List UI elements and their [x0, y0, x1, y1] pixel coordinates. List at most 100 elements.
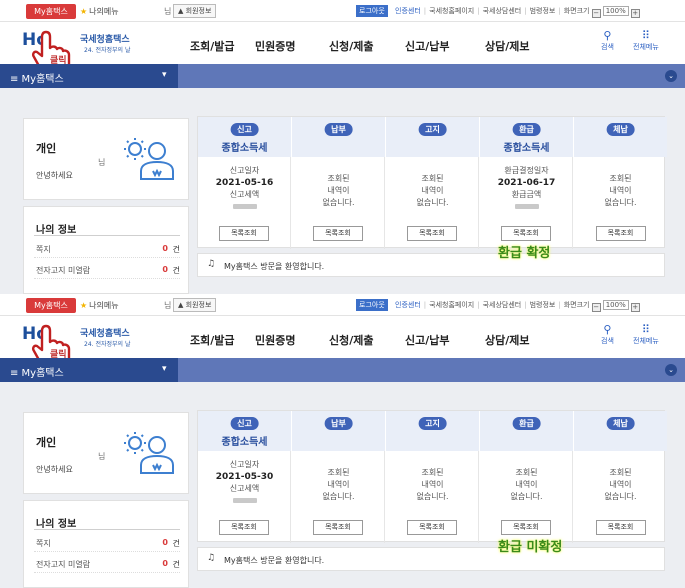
list-view-button[interactable]: 목록조회 — [407, 520, 457, 535]
column-text: 환급결정일자 — [504, 166, 549, 175]
column-text: 신고일자 — [229, 166, 260, 175]
column-text: 내역이 — [421, 186, 444, 195]
person-icon: ▲ — [178, 7, 184, 15]
search-label: 검색 — [601, 43, 614, 51]
chevron-down-icon[interactable]: ⌄ — [665, 70, 677, 82]
info-row[interactable]: 전자고지 미열람 0 건 — [34, 265, 180, 279]
nav-item[interactable]: 민원증명 — [255, 332, 295, 348]
category-pill: 납부 — [324, 417, 353, 430]
member-info-button[interactable]: ▲ 회원정보 — [173, 298, 217, 312]
logout-button[interactable]: 로그아웃 — [356, 299, 388, 311]
list-view-button[interactable]: 목록조회 — [595, 520, 646, 535]
nav-item[interactable]: 조회/발급 — [190, 332, 235, 348]
list-view-button[interactable]: 목록조회 — [219, 520, 269, 535]
column-text: 조회된 — [327, 174, 350, 183]
column-text: 조회된 — [421, 174, 444, 183]
column-date: 2021-06-17 — [497, 178, 556, 188]
column-body: 신고일자 2021-05-16 신고세액 — [198, 165, 291, 209]
zoom-in-icon[interactable]: + — [630, 303, 640, 312]
chevron-down-icon[interactable]: ⌄ — [665, 364, 677, 376]
category-pill: 납부 — [324, 123, 353, 136]
person-icon: ▲ — [178, 301, 184, 309]
my-hometax-dropdown[interactable]: ≡ My홈택스 ▾ — [0, 358, 178, 382]
nav-item[interactable]: 상담/제보 — [485, 332, 530, 348]
utility-links: 인증센터 | 국세청홈페이지 | 국세상담센터 | 범령정보 | 화면크기 −100% + — [395, 6, 640, 18]
all-menu-button[interactable]: ⠿ 전체메뉴 — [633, 324, 659, 346]
list-view-button[interactable]: 목록조회 — [501, 520, 551, 535]
my-hometax-dropdown[interactable]: ≡ My홈택스 ▾ — [0, 64, 178, 88]
search-button[interactable]: ⚲ 검색 — [601, 30, 614, 52]
my-hometax-tab[interactable]: My홈택스 — [26, 298, 76, 313]
logout-button[interactable]: 로그아웃 — [356, 5, 388, 17]
nav-item[interactable]: 민원증명 — [255, 38, 295, 54]
column-text: 없습니다. — [604, 492, 637, 501]
my-hometax-tab[interactable]: My홈택스 — [26, 4, 76, 19]
masked-amount — [232, 498, 257, 503]
list-view-button[interactable]: 목록조회 — [407, 226, 457, 241]
column-date: 2021-05-30 — [215, 472, 274, 482]
zoom-out-icon[interactable]: − — [591, 9, 601, 18]
util-separator: | — [524, 7, 527, 15]
column-text: 내역이 — [515, 480, 538, 489]
logo-tagline: 24. 전자정부의 날 — [84, 47, 131, 54]
list-view-button[interactable]: 목록조회 — [595, 226, 646, 241]
nav-item[interactable]: 신청/제출 — [329, 38, 374, 54]
util-separator: | — [477, 301, 480, 309]
util-link[interactable]: 국세청홈페이지 — [429, 7, 474, 15]
column-text: 조회된 — [421, 468, 444, 477]
status-column: 고지 조회된 내역이 없습니다. 목록조회 — [386, 117, 479, 249]
category-pill: 고지 — [418, 417, 447, 430]
util-link[interactable]: 국세청홈페이지 — [429, 301, 474, 309]
user-type: 개인 — [36, 142, 57, 155]
user-suffix: 님 — [98, 452, 106, 461]
all-menu-button[interactable]: ⠿ 전체메뉴 — [633, 30, 659, 52]
info-unit: 건 — [172, 266, 180, 275]
column-text: 조회된 — [327, 468, 350, 477]
logo-name: 국세청홈택스 — [80, 329, 130, 339]
nav-item[interactable]: 신청/제출 — [329, 332, 374, 348]
nav-item[interactable]: 조회/발급 — [190, 38, 235, 54]
all-menu-label: 전체메뉴 — [633, 337, 659, 345]
screenshot-panel-refund-confirmed: My홈택스 ★ 나의메뉴 님 ▲ 회원정보 로그아웃 인증센터 | 국세청홈페이지 | 국… — [0, 0, 685, 294]
zoom-in-icon[interactable]: + — [630, 9, 640, 18]
column-body: 조회된 내역이 없습니다. — [386, 467, 479, 503]
column-header: 납부 — [292, 411, 385, 451]
member-info-button[interactable]: ▲ 회원정보 — [173, 4, 217, 18]
column-body: 조회된 내역이 없습니다. — [386, 173, 479, 209]
info-row[interactable]: 전자고지 미열람 0 건 — [34, 559, 180, 573]
row-divider — [34, 551, 180, 552]
util-link[interactable]: 범령정보 — [530, 301, 556, 309]
info-row[interactable]: 쪽지 0 건 — [34, 244, 180, 258]
column-text: 내역이 — [421, 480, 444, 489]
my-menu-tab[interactable]: ★ 나의메뉴 — [80, 298, 119, 313]
util-link[interactable]: 국세상담센터 — [483, 301, 522, 309]
category-pill: 체납 — [606, 123, 635, 136]
search-button[interactable]: ⚲ 검색 — [601, 324, 614, 346]
util-link[interactable]: 국세상담센터 — [483, 7, 522, 15]
title-divider — [34, 529, 180, 530]
util-link[interactable]: 범령정보 — [530, 7, 556, 15]
column-text: 조회된 — [609, 174, 632, 183]
list-view-button[interactable]: 목록조회 — [313, 226, 363, 241]
util-link[interactable]: 화면크기 — [564, 301, 590, 309]
util-separator: | — [558, 301, 561, 309]
greeting: 안녕하세요 — [36, 465, 73, 474]
info-unit: 건 — [172, 245, 180, 254]
utility-bar: My홈택스 ★ 나의메뉴 님 ▲ 회원정보 로그아웃 인증센터 | 국세청홈페이지 | 국… — [0, 0, 685, 22]
util-link[interactable]: 화면크기 — [564, 7, 590, 15]
util-link[interactable]: 인증센터 — [395, 301, 421, 309]
my-menu-label: 나의메뉴 — [89, 301, 119, 310]
info-row[interactable]: 쪽지 0 건 — [34, 538, 180, 552]
list-view-button[interactable]: 목록조회 — [501, 226, 551, 241]
list-view-button[interactable]: 목록조회 — [219, 226, 269, 241]
nav-item[interactable]: 신고/납부 — [405, 38, 450, 54]
column-text: 없습니다. — [322, 198, 355, 207]
zoom-out-icon[interactable]: − — [591, 303, 601, 312]
nav-item[interactable]: 상담/제보 — [485, 38, 530, 54]
my-menu-tab[interactable]: ★ 나의메뉴 — [80, 4, 119, 19]
nav-item[interactable]: 신고/납부 — [405, 332, 450, 348]
column-text: 없습니다. — [604, 198, 637, 207]
util-link[interactable]: 인증센터 — [395, 7, 421, 15]
list-view-button[interactable]: 목록조회 — [313, 520, 363, 535]
column-subtitle: 종합소득세 — [221, 437, 268, 448]
